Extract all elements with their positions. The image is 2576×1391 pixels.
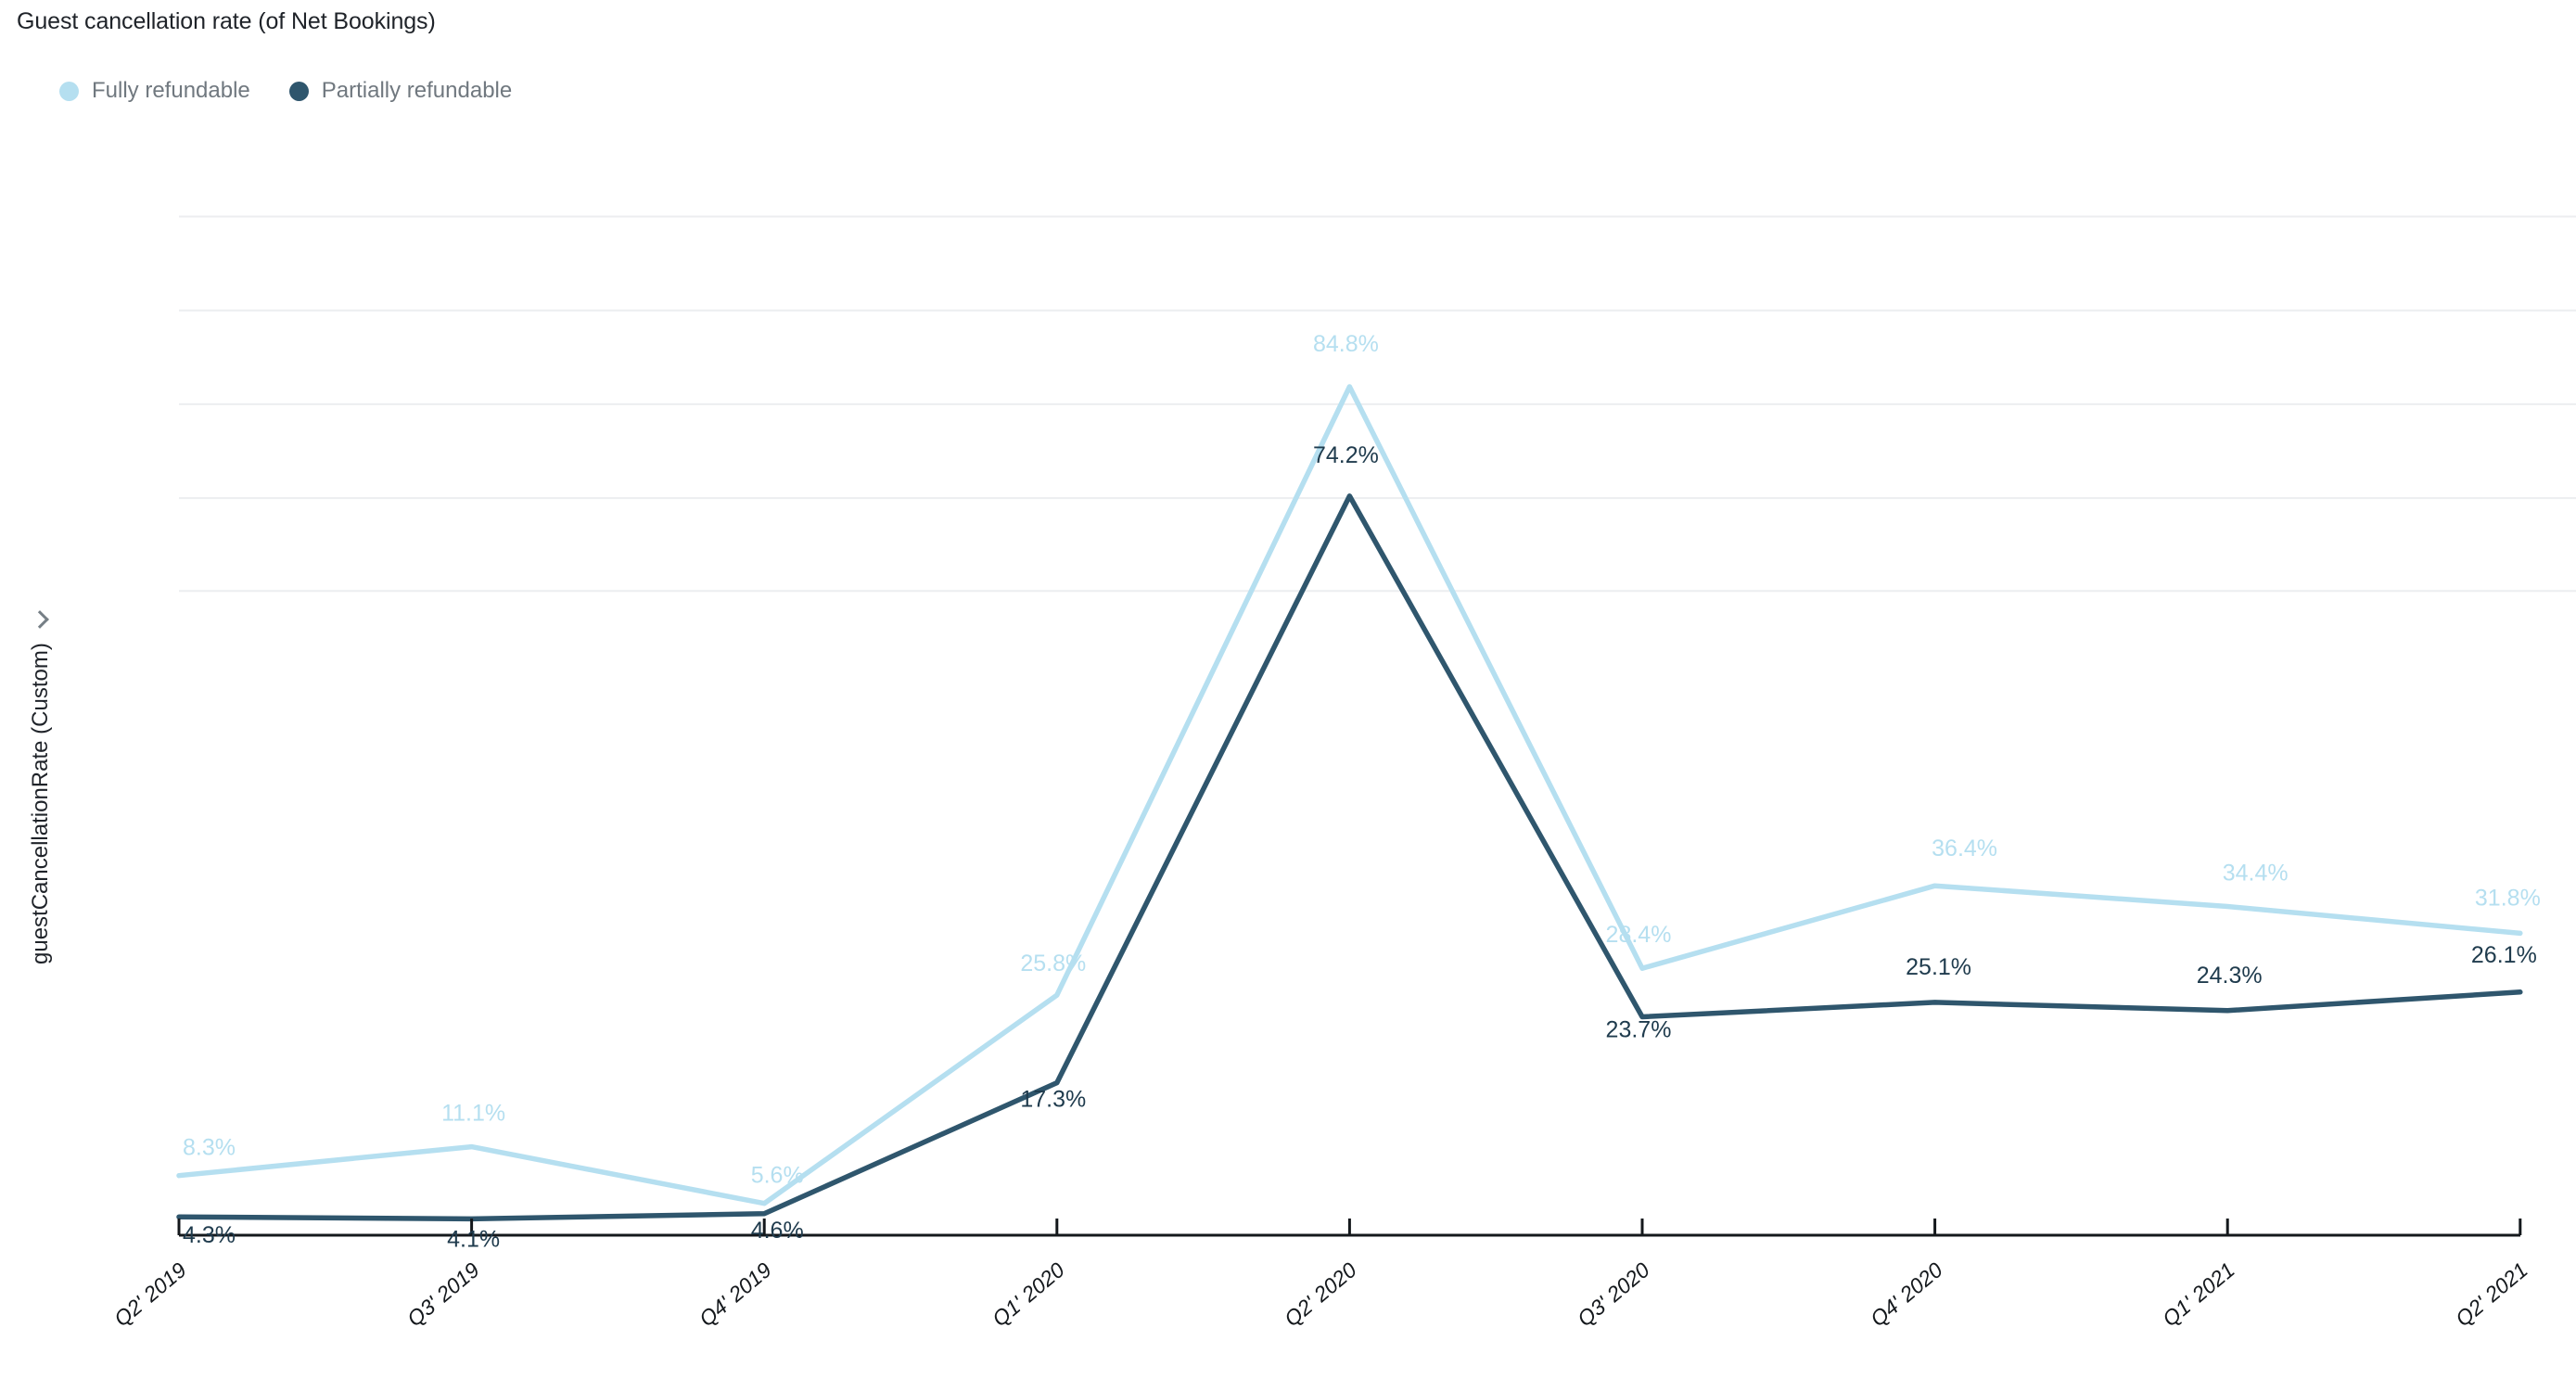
value-label: 17.3% — [1020, 1087, 1086, 1113]
chart-svg: 8.3% 11.1% 5.6% 25.8% 84.8% 28.4% 36.4% 34.4% 31… — [176, 215, 2576, 1252]
value-labels: 8.3% 11.1% 5.6% 25.8% 84.8% 28.4% 36.4% 34.4% 31… — [183, 331, 2541, 1252]
value-label: 28.4% — [1606, 922, 1672, 948]
value-label: 8.3% — [183, 1135, 236, 1161]
value-label: 24.3% — [2197, 963, 2263, 989]
value-label: 11.1% — [441, 1101, 505, 1127]
x-axis — [177, 1219, 2522, 1237]
value-label: 4.3% — [183, 1222, 236, 1248]
value-label: 26.1% — [2471, 942, 2537, 968]
series-lines — [176, 384, 2523, 1222]
plot-area: 8.3% 11.1% 5.6% 25.8% 84.8% 28.4% 36.4% 34.4% 31… — [0, 0, 2576, 1391]
value-label: 34.4% — [2223, 861, 2289, 887]
chart-page: Guest cancellation rate (of Net Bookings… — [0, 0, 2576, 1391]
value-label: 4.6% — [751, 1218, 804, 1244]
series-line-partially-refundable[interactable] — [176, 493, 2523, 1222]
series-line-fully-refundable[interactable] — [176, 384, 2523, 1206]
value-label: 25.1% — [1906, 954, 1971, 980]
value-label: 4.1% — [447, 1226, 500, 1252]
value-label: 74.2% — [1313, 442, 1379, 468]
gridlines — [179, 215, 2576, 593]
value-label: 31.8% — [2475, 885, 2541, 911]
value-label: 25.8% — [1020, 951, 1086, 976]
value-label: 84.8% — [1313, 331, 1379, 357]
value-label: 23.7% — [1606, 1017, 1672, 1043]
value-label: 36.4% — [1932, 836, 1997, 861]
value-label: 5.6% — [751, 1163, 804, 1189]
